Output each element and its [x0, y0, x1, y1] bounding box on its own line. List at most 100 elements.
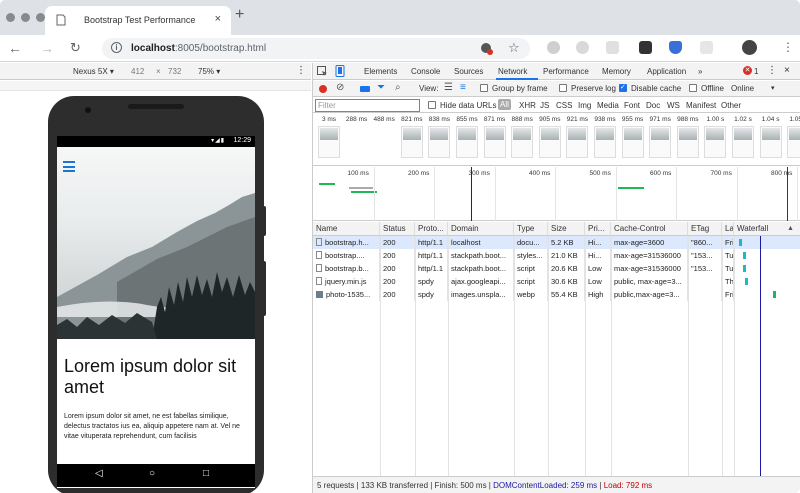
forward-icon[interactable]: →	[40, 40, 54, 56]
nav-back-icon[interactable]: ◁	[95, 468, 103, 479]
device-width-input[interactable]: 412	[131, 67, 144, 76]
type-other[interactable]: Other	[721, 101, 741, 110]
hide-data-urls-checkbox[interactable]	[428, 101, 436, 109]
type-js[interactable]: JS	[540, 101, 549, 110]
column-header-la[interactable]: La	[722, 222, 734, 236]
inspect-element-icon[interactable]	[317, 66, 328, 77]
more-tabs-icon[interactable]: »	[698, 67, 702, 76]
close-window-button[interactable]	[6, 13, 15, 22]
tab-elements[interactable]: Elements	[364, 67, 397, 76]
new-tab-button[interactable]: +	[235, 6, 244, 24]
device-toggle-icon[interactable]	[335, 65, 345, 77]
tab-console[interactable]: Console	[411, 67, 440, 76]
table-row[interactable]: jquery.min.js 200 spdy ajax.googleapi... scr…	[313, 275, 800, 288]
throttle-chevron-icon[interactable]: ▾	[771, 84, 775, 92]
tab-sources[interactable]: Sources	[454, 67, 483, 76]
screenshot-thumbnail[interactable]	[566, 126, 589, 158]
extension-icon[interactable]	[547, 41, 560, 54]
column-header-status[interactable]: Status	[380, 222, 415, 236]
browser-menu-icon[interactable]: ⋮	[782, 40, 794, 54]
filter-input[interactable]: Filter	[315, 99, 420, 112]
type-font[interactable]: Font	[624, 101, 640, 110]
record-icon[interactable]	[319, 85, 327, 93]
browser-tab[interactable]: Bootstrap Test Performance ×	[45, 6, 231, 35]
type-media[interactable]: Media	[597, 101, 619, 110]
table-row[interactable]: photo-1535... 200 spdy images.unspla... webp…	[313, 288, 800, 301]
column-header-etag[interactable]: ETag	[688, 222, 722, 236]
table-row[interactable]: bootstrap.b... 200 http/1.1 stackpath.boot.…	[313, 262, 800, 275]
type-manifest[interactable]: Manifest	[686, 101, 716, 110]
clear-icon[interactable]: ⊘	[336, 82, 344, 93]
zoom-window-button[interactable]	[36, 13, 45, 22]
screenshot-thumbnail[interactable]	[704, 126, 727, 158]
preserve-log-checkbox[interactable]	[559, 84, 567, 92]
table-row[interactable]: bootstrap.h... 200 http/1.1 localhost docu..…	[313, 236, 800, 249]
screenshot-thumbnail[interactable]	[787, 126, 800, 158]
screenshot-thumbnail[interactable]	[483, 126, 506, 158]
throttle-select[interactable]: Online	[731, 84, 754, 93]
sort-ascending-icon[interactable]: ▲	[787, 225, 794, 232]
device-select[interactable]: Nexus 5X ▾	[73, 67, 114, 76]
screenshot-thumbnail[interactable]	[428, 126, 451, 158]
search-icon[interactable]: ⌕	[395, 82, 401, 93]
column-header-size[interactable]: Size	[548, 222, 585, 236]
close-devtools-icon[interactable]: ×	[784, 65, 790, 76]
minimize-window-button[interactable]	[21, 13, 30, 22]
tab-performance[interactable]: Performance	[543, 67, 589, 76]
group-by-frame-checkbox[interactable]	[480, 84, 488, 92]
screenshot-thumbnail[interactable]	[732, 126, 754, 158]
screenshot-thumbnail[interactable]	[621, 126, 644, 158]
devtools-menu-icon[interactable]: ⋮	[767, 65, 777, 76]
error-count[interactable]: 1	[754, 67, 758, 76]
screenshot-thumbnail[interactable]	[676, 126, 699, 158]
column-header-name[interactable]: Name	[313, 222, 380, 236]
device-more-icon[interactable]: ⋮	[296, 65, 306, 76]
hamburger-menu-icon[interactable]	[63, 161, 75, 175]
screenshot-thumbnail[interactable]	[649, 126, 672, 158]
avatar[interactable]	[742, 40, 757, 55]
type-all[interactable]: All	[498, 99, 511, 110]
offline-checkbox[interactable]	[689, 84, 697, 92]
extension-icon[interactable]	[576, 41, 589, 54]
type-ws[interactable]: WS	[667, 101, 680, 110]
nav-home-icon[interactable]: ○	[149, 468, 155, 479]
close-tab-icon[interactable]: ×	[215, 13, 221, 25]
capture-screenshots-icon[interactable]	[360, 86, 370, 92]
column-header-proto[interactable]: Proto...	[415, 222, 448, 236]
type-img[interactable]: Img	[578, 101, 591, 110]
disable-cache-checkbox[interactable]: ✓	[619, 84, 627, 92]
type-xhr[interactable]: XHR	[519, 101, 536, 110]
table-row[interactable]: bootstrap.... 200 http/1.1 stackpath.boot..…	[313, 249, 800, 262]
shield-extension-icon[interactable]	[669, 41, 682, 54]
type-doc[interactable]: Doc	[646, 101, 660, 110]
column-header-domain[interactable]: Domain	[448, 222, 514, 236]
blocked-cookie-icon[interactable]	[480, 42, 493, 55]
screenshot-thumbnail[interactable]	[400, 126, 423, 158]
type-css[interactable]: CSS	[556, 101, 572, 110]
address-bar[interactable]: i localhost:8005/bootstrap.html ☆	[102, 38, 530, 59]
site-info-icon[interactable]: i	[111, 42, 122, 53]
extension-icon[interactable]	[606, 41, 619, 54]
zoom-select[interactable]: 75% ▾	[198, 67, 220, 76]
reload-icon[interactable]: ↻	[70, 40, 81, 56]
tab-memory[interactable]: Memory	[602, 67, 631, 76]
error-icon[interactable]: ✕	[743, 66, 752, 75]
bookmark-star-icon[interactable]: ☆	[508, 40, 520, 56]
screenshot-thumbnail[interactable]	[759, 126, 782, 158]
extension-icon[interactable]	[639, 41, 652, 54]
device-height-input[interactable]: 732	[168, 67, 181, 76]
column-header-type[interactable]: Type	[514, 222, 548, 236]
screenshot-thumbnail[interactable]	[511, 126, 534, 158]
filter-icon[interactable]: ⏷	[377, 82, 385, 93]
extension-icon[interactable]	[700, 41, 713, 54]
large-rows-icon[interactable]: ☰	[444, 82, 453, 93]
screenshot-thumbnail[interactable]	[456, 126, 478, 158]
column-header-pri[interactable]: Pri...	[585, 222, 611, 236]
tab-application[interactable]: Application	[647, 67, 686, 76]
screenshot-thumbnail[interactable]	[538, 126, 561, 158]
tab-network[interactable]: Network	[498, 67, 527, 76]
screenshot-thumbnail[interactable]	[318, 126, 340, 158]
screenshot-thumbnail[interactable]	[594, 126, 616, 158]
nav-recent-icon[interactable]: □	[203, 468, 209, 479]
column-header-cache[interactable]: Cache-Control	[611, 222, 688, 236]
